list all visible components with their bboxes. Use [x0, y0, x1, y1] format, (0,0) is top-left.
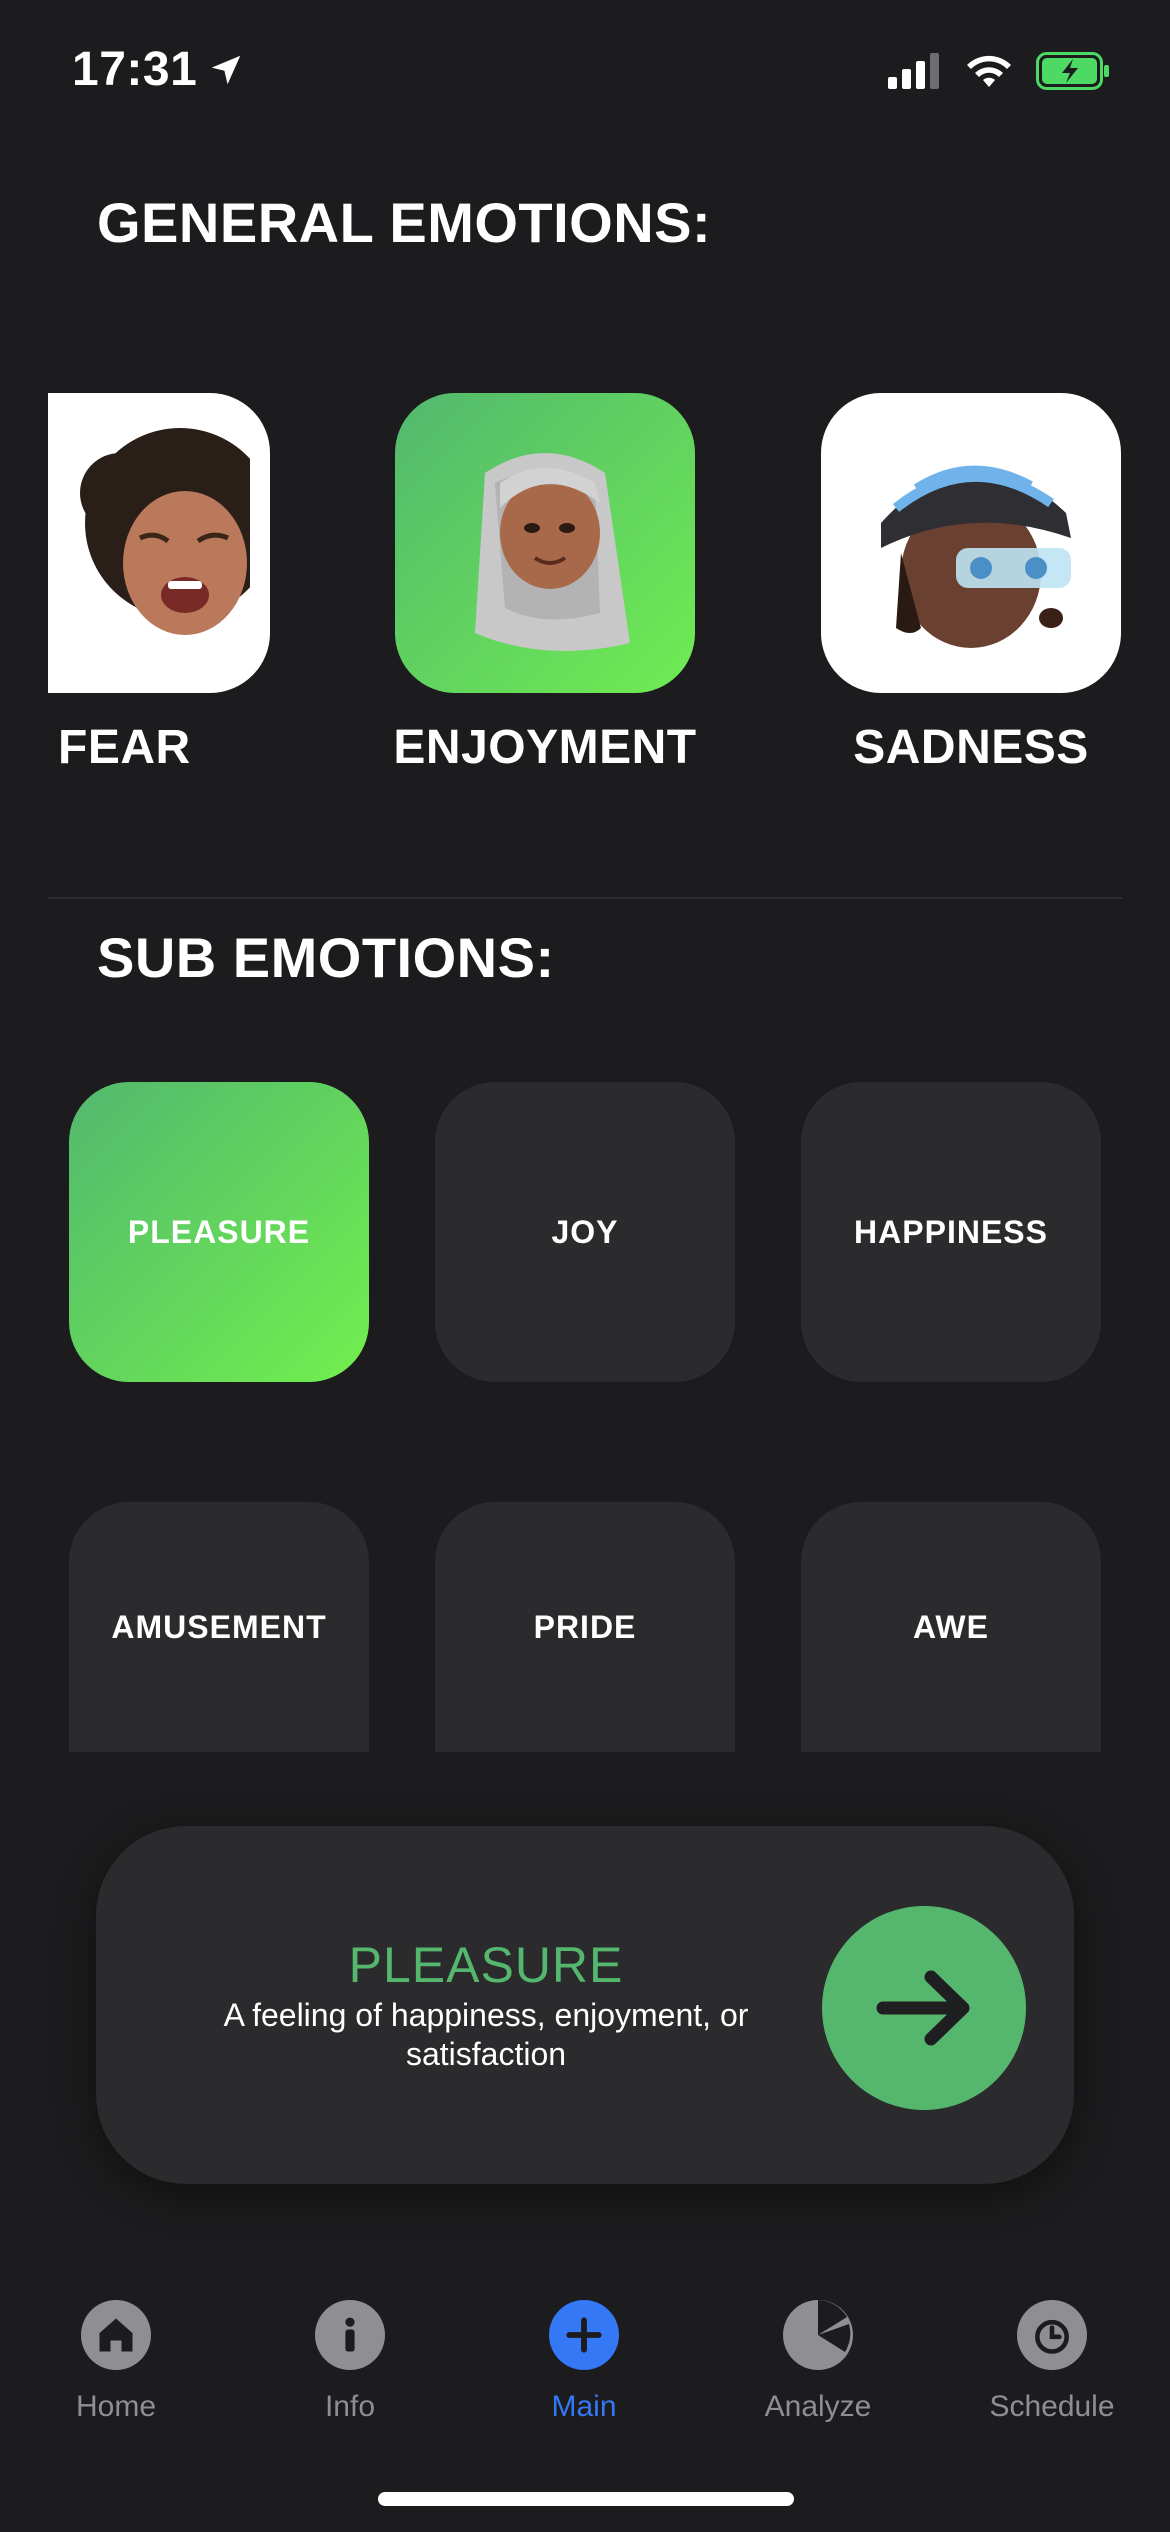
tab-home[interactable]: Home: [26, 2300, 206, 2424]
location-arrow-icon: [212, 55, 241, 84]
cellular-signal-icon: [888, 53, 939, 89]
sub-emotion-amusement[interactable]: AMUSEMENT: [69, 1502, 369, 1752]
sub-emotion-joy[interactable]: JOY: [435, 1082, 735, 1382]
emotion-card-sadness[interactable]: [821, 393, 1121, 693]
fear-avatar-icon: [80, 428, 250, 635]
status-icons: [888, 52, 1110, 90]
tab-main[interactable]: Main: [494, 2300, 674, 2424]
plus-icon: [549, 2300, 619, 2370]
enjoyment-avatar-icon: [475, 453, 630, 651]
info-icon: [315, 2300, 385, 2370]
emotion-detail-panel: PLEASURE A feeling of happiness, enjoyme…: [96, 1826, 1074, 2184]
emotion-label-fear: FEAR: [58, 721, 191, 774]
continue-button[interactable]: [822, 1906, 1026, 2110]
wifi-icon: [967, 55, 1011, 87]
emotion-card-enjoyment[interactable]: [395, 393, 695, 693]
sub-emotion-awe[interactable]: AWE: [801, 1502, 1101, 1752]
sub-emotion-pleasure[interactable]: PLEASURE: [69, 1082, 369, 1382]
sadness-avatar-icon: [881, 465, 1071, 648]
emotion-label-enjoyment: ENJOYMENT: [393, 721, 697, 774]
battery-charging-icon: [1036, 52, 1109, 90]
home-indicator[interactable]: [378, 2492, 794, 2506]
pie-chart-icon: [783, 2300, 853, 2370]
alarm-clock-icon: [1017, 2300, 1087, 2370]
general-emotions-title: GENERAL EMOTIONS:: [97, 191, 712, 254]
status-time-text: 17:31: [72, 43, 198, 96]
detail-title: PLEASURE: [348, 1937, 624, 1993]
tab-analyze-label: Analyze: [764, 2390, 872, 2423]
home-icon: [81, 2300, 151, 2370]
emotion-label-sadness: SADNESS: [853, 721, 1089, 774]
tab-schedule-label: Schedule: [989, 2390, 1115, 2423]
section-divider: [48, 897, 1122, 899]
sub-emotion-pride[interactable]: PRIDE: [435, 1502, 735, 1752]
sub-emotion-happiness[interactable]: HAPPINESS: [801, 1082, 1101, 1382]
status-time: 17:31: [72, 42, 245, 97]
arrow-right-icon: [876, 1970, 970, 2046]
tab-info-label: Info: [324, 2390, 376, 2423]
detail-description: A feeling of happiness, enjoyment, or sa…: [223, 1997, 749, 2072]
tab-schedule[interactable]: Schedule: [962, 2300, 1142, 2424]
tab-main-label: Main: [551, 2390, 617, 2423]
tab-home-label: Home: [75, 2390, 157, 2423]
sub-emotions-title: SUB EMOTIONS:: [97, 926, 555, 989]
emotion-card-fear[interactable]: [48, 393, 270, 693]
tab-analyze[interactable]: Analyze: [728, 2300, 908, 2424]
tab-info[interactable]: Info: [260, 2300, 440, 2424]
emotion-card-fear-frame: [48, 393, 270, 693]
